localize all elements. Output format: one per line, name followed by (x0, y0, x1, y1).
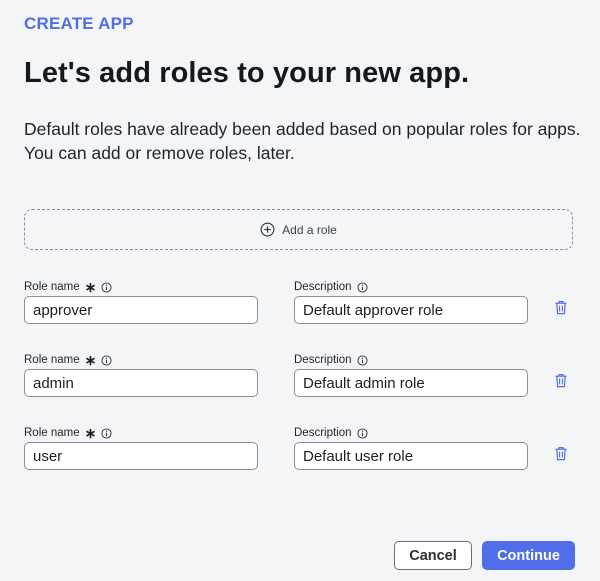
role-row: Role name ∗ Description (24, 353, 576, 403)
description-label: Description (294, 353, 368, 367)
required-marker: ∗ (84, 279, 97, 295)
role-row: Role name ∗ Description (24, 426, 576, 476)
trash-icon[interactable] (554, 446, 568, 461)
description-label: Description (294, 280, 368, 294)
role-name-input[interactable] (24, 442, 258, 470)
role-name-label: Role name ∗ (24, 353, 112, 367)
trash-icon[interactable] (554, 300, 568, 315)
info-icon[interactable] (101, 427, 112, 439)
description-label-text: Description (294, 281, 352, 293)
role-name-label-text: Role name (24, 427, 80, 439)
plus-circle-icon (260, 222, 275, 237)
required-marker: ∗ (84, 425, 97, 441)
info-icon[interactable] (356, 427, 368, 439)
info-icon[interactable] (101, 354, 112, 366)
page-eyebrow: CREATE APP (24, 14, 134, 33)
add-role-label: Add a role (282, 222, 337, 237)
page-title: Let's add roles to your new app. (24, 57, 470, 89)
description-label-text: Description (294, 427, 352, 439)
page-subtitle: Default roles have already been added ba… (24, 119, 581, 163)
info-icon[interactable] (356, 281, 368, 293)
role-name-label: Role name ∗ (24, 280, 112, 294)
cancel-button[interactable]: Cancel (394, 541, 472, 570)
description-label-text: Description (294, 354, 352, 366)
description-input[interactable] (294, 296, 528, 324)
role-name-label: Role name ∗ (24, 426, 112, 440)
description-label: Description (294, 426, 368, 440)
trash-icon[interactable] (554, 373, 568, 388)
continue-button[interactable]: Continue (482, 541, 575, 570)
info-icon[interactable] (101, 281, 112, 293)
required-marker: ∗ (84, 352, 97, 368)
add-role-button[interactable]: Add a role (24, 209, 573, 250)
role-row: Role name ∗ Description (24, 280, 576, 330)
role-name-input[interactable] (24, 296, 258, 324)
role-name-input[interactable] (24, 369, 258, 397)
description-input[interactable] (294, 442, 528, 470)
role-name-label-text: Role name (24, 281, 80, 293)
description-input[interactable] (294, 369, 528, 397)
role-name-label-text: Role name (24, 354, 80, 366)
info-icon[interactable] (356, 354, 368, 366)
